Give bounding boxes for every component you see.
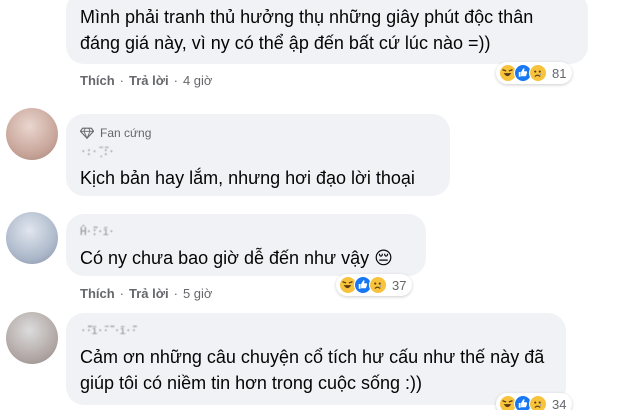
like-link[interactable]: Thích <box>80 286 115 301</box>
reaction-count: 81 <box>552 65 567 81</box>
avatar[interactable] <box>6 312 58 364</box>
author-name-blurred[interactable]: Ĥ·̃̃:·ĩ· <box>80 225 412 239</box>
separator-dot: · <box>119 73 125 88</box>
comment-text: Kịch bản hay lắm, nhưng hơi đạo lời thoạ… <box>80 168 415 188</box>
comment-text: Cảm ơn những câu chuyện cổ tích hư cấu n… <box>80 347 545 393</box>
comment-bubble: Mình phải tranh thủ hưởng thụ những giây… <box>66 0 588 64</box>
sad-icon <box>369 276 387 294</box>
comment-bubble: Fan cứng ·:·̣̣̣̣̃ ̃:· Kịch bản hay lắm, … <box>66 114 450 196</box>
author-name-blurred[interactable]: ·:·̣̣̣̣̃ ̃:· <box>80 145 436 159</box>
comment-actions: Thích · Trả lời · 4 giờ <box>80 73 212 88</box>
comment-timestamp[interactable]: 5 giờ <box>183 286 213 301</box>
sad-icon <box>529 64 547 82</box>
reaction-summary[interactable]: 81 <box>496 62 573 84</box>
separator-dot: · <box>173 73 178 88</box>
comment-bubble: Ĥ·̃̃:·ĩ· Có ny chưa bao giờ dễ đến như v… <box>66 214 426 276</box>
separator-dot: · <box>119 286 125 301</box>
avatar[interactable] <box>6 212 58 264</box>
reply-link[interactable]: Trả lời <box>129 73 169 88</box>
comment-bubble: ·̃̃̃·ĩ·̃·̃̃ ·ĩ·̃̃· Cảm ơn những câu chuy… <box>66 313 566 405</box>
comment-text: Mình phải tranh thủ hưởng thụ những giây… <box>80 7 534 53</box>
reply-link[interactable]: Trả lời <box>129 286 169 301</box>
like-link[interactable]: Thích <box>80 73 115 88</box>
author-name-blurred[interactable]: ·̃̃̃·ĩ·̃·̃̃ ·ĩ·̃̃· <box>80 324 552 338</box>
comment-text: Có ny chưa bao giờ dễ đến như vậy 😔 <box>80 248 393 268</box>
sad-icon <box>529 395 547 410</box>
diamond-icon <box>80 127 94 140</box>
reaction-count: 34 <box>552 396 567 410</box>
reaction-summary[interactable]: 37 <box>336 274 413 296</box>
comment-thread: Mình phải tranh thủ hưởng thụ những giây… <box>0 0 639 410</box>
comment-timestamp[interactable]: 4 giờ <box>183 73 213 88</box>
badge-label: Fan cứng <box>100 126 152 140</box>
reaction-summary[interactable]: 34 <box>496 393 573 410</box>
comment-actions: Thích · Trả lời · 5 giờ <box>80 286 212 301</box>
separator-dot: · <box>173 286 178 301</box>
fan-badge: Fan cứng <box>80 124 436 142</box>
avatar[interactable] <box>6 108 58 160</box>
reaction-count: 37 <box>392 277 407 293</box>
